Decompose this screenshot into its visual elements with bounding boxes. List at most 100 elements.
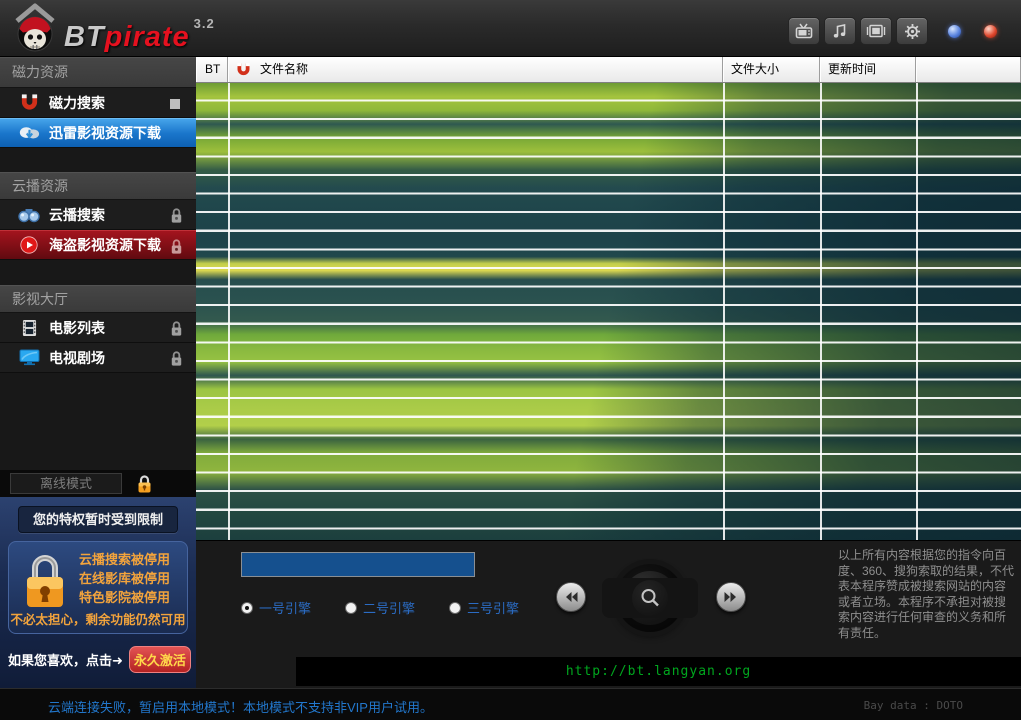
- content-disclaimer: 以上所有内容根据您的指令向百度、360、搜狗索取的结果，不代表本程序赞成被搜索网…: [838, 548, 1015, 640]
- grid-column-line: [723, 83, 725, 540]
- sidebar-item-label: 海盗影视资源下载: [49, 237, 161, 253]
- search-input[interactable]: [241, 552, 475, 577]
- lock-icon: [169, 238, 184, 255]
- next-page-button[interactable]: [716, 582, 746, 612]
- grid-column-line: [228, 83, 230, 540]
- film-list-icon: [18, 318, 40, 338]
- app-title-bt: BT: [64, 21, 105, 53]
- restriction-line: 云播搜索被停用: [79, 552, 171, 567]
- magnet-icon: [18, 93, 40, 113]
- settings-gear-icon: [904, 23, 920, 39]
- grid-column-line: [916, 83, 918, 540]
- results-grid-landscape-background[interactable]: [196, 83, 1021, 540]
- magnet-icon: [237, 63, 250, 76]
- title-bar: BTpirate 3.2: [0, 0, 1021, 57]
- sidebar-item-label: 电影列表: [49, 319, 105, 336]
- bay-data-label: Bay data : DOTO: [863, 699, 963, 712]
- sidebar-section-cloudplay: 云播资源: [0, 172, 196, 200]
- activate-row: 如果您喜欢，点击➜ 永久激活: [0, 646, 196, 673]
- sidebar-spacer: [0, 260, 196, 285]
- engine-option-2[interactable]: 二号引擎: [345, 598, 415, 617]
- sidebar-item-tv-theater[interactable]: 电视剧场: [0, 343, 196, 373]
- column-header-updated[interactable]: 更新时间: [820, 57, 916, 82]
- column-header-empty: [916, 57, 1021, 82]
- minimize-button[interactable]: [948, 25, 961, 38]
- cloud-download-icon: [18, 123, 40, 143]
- app-title: BTpirate 3.2: [64, 16, 215, 54]
- sidebar-item-label: 迅雷影视资源下载: [49, 125, 161, 141]
- tv-screen-icon: [18, 348, 40, 368]
- music-icon: [833, 24, 846, 38]
- sidebar-item-cloudplay-search[interactable]: 云播搜索: [0, 200, 196, 230]
- binoculars-icon: [18, 205, 40, 225]
- search-panel: 一号引擎 二号引擎 三号引擎 以上所有内容根据您的指令向百度、360、搜狗索取的…: [196, 540, 1021, 688]
- tv-icon: [795, 23, 813, 39]
- status-square-badge: [170, 99, 180, 109]
- double-left-arrow-icon: [566, 592, 578, 602]
- sidebar-spacer: [0, 148, 196, 172]
- orange-lock-icon: [138, 474, 151, 492]
- privilege-notice: 您的特权暂时受到限制: [18, 506, 178, 533]
- sidebar-item-label: 电视剧场: [49, 349, 105, 366]
- engine-label: 一号引擎: [259, 601, 312, 616]
- engine-label: 三号引擎: [467, 601, 520, 616]
- grid-column-line: [820, 83, 822, 540]
- column-header-filesize[interactable]: 文件大小: [723, 57, 820, 82]
- play-circle-icon: [18, 235, 40, 255]
- sidebar-item-label: 磁力搜索: [49, 94, 105, 111]
- pirate-skull-logo: [15, 3, 55, 52]
- settings-toolbar-button[interactable]: [896, 17, 928, 45]
- close-button[interactable]: [984, 25, 997, 38]
- restriction-line: 特色影院被停用: [79, 590, 171, 605]
- film-toolbar-button[interactable]: [860, 17, 892, 45]
- music-toolbar-button[interactable]: [824, 17, 856, 45]
- connection-status-message: 云端连接失败，暂启用本地模式！本地模式不支持非VIP用户试用。: [48, 700, 433, 715]
- lock-icon: [169, 207, 184, 224]
- offline-mode-button[interactable]: 离线模式: [10, 473, 122, 494]
- big-orange-lock-icon: [27, 555, 63, 607]
- permanent-activate-button[interactable]: 永久激活: [128, 646, 191, 673]
- sidebar-item-movie-list[interactable]: 电影列表: [0, 313, 196, 343]
- previous-page-button[interactable]: [556, 582, 586, 612]
- engine-option-1[interactable]: 一号引擎: [241, 598, 311, 617]
- lock-icon: [169, 350, 184, 367]
- app-title-pirate: pirate: [104, 21, 190, 53]
- sidebar-section-magnet: 磁力资源: [0, 57, 196, 88]
- radio-icon[interactable]: [345, 601, 358, 614]
- engine-option-3[interactable]: 三号引擎: [449, 598, 519, 617]
- lock-icon: [169, 320, 184, 337]
- sidebar-item-pirate-download[interactable]: 海盗影视资源下载: [0, 230, 196, 260]
- sidebar-section-movie-hall: 影视大厅: [0, 285, 196, 313]
- status-bar: 云端连接失败，暂启用本地模式！本地模式不支持非VIP用户试用。 Bay data…: [0, 688, 1021, 720]
- engine-label: 二号引擎: [363, 601, 416, 616]
- double-right-arrow-icon: [724, 592, 736, 602]
- search-knob-center: [632, 580, 668, 616]
- column-header-filename[interactable]: 文件名称: [228, 57, 723, 82]
- site-url-strip: http://bt.langyan.org: [296, 657, 1021, 686]
- site-url-link[interactable]: http://bt.langyan.org: [566, 664, 751, 679]
- search-button[interactable]: [602, 564, 698, 632]
- radio-icon[interactable]: [449, 601, 462, 614]
- main-area: BT 文件名称 文件大小 更新时间 一号引擎 二号引擎 三号引擎 以上所有内容根…: [196, 57, 1021, 688]
- radio-selected-icon[interactable]: [241, 601, 253, 614]
- sidebar-item-magnet-search[interactable]: 磁力搜索: [0, 88, 196, 118]
- table-header: BT 文件名称 文件大小 更新时间: [196, 57, 1021, 83]
- column-header-label: 文件名称: [260, 62, 309, 76]
- restriction-panel: 您的特权暂时受到限制 云播搜索被停用 在线影库被停用 特色影院被停用 不必太担心…: [0, 497, 196, 688]
- reassurance-text: 不必太担心，剩余功能仍然可用: [10, 613, 186, 627]
- like-prompt: 如果您喜欢，点击➜: [8, 653, 123, 668]
- offline-mode-row: 离线模式: [0, 470, 196, 497]
- btpirate-window: BTpirate 3.2 磁力资源 磁力搜索 迅雷影视资源下载 云播资源 云播搜…: [0, 0, 1021, 720]
- app-version: 3.2: [193, 16, 215, 31]
- sidebar-item-xunlei-download[interactable]: 迅雷影视资源下载: [0, 118, 196, 148]
- column-header-bt[interactable]: BT: [196, 57, 228, 82]
- restriction-line: 在线影库被停用: [79, 571, 171, 586]
- sidebar: 磁力资源 磁力搜索 迅雷影视资源下载 云播资源 云播搜索 海盗影视资源下载 影视…: [0, 57, 196, 688]
- tv-toolbar-button[interactable]: [788, 17, 820, 45]
- sidebar-spacer: [0, 373, 196, 470]
- restriction-box: 云播搜索被停用 在线影库被停用 特色影院被停用 不必太担心，剩余功能仍然可用: [8, 541, 188, 634]
- magnifier-icon: [641, 589, 659, 607]
- film-icon: [866, 24, 886, 38]
- engine-radio-group: 一号引擎 二号引擎 三号引擎: [241, 598, 519, 617]
- sidebar-item-label: 云播搜索: [49, 206, 105, 223]
